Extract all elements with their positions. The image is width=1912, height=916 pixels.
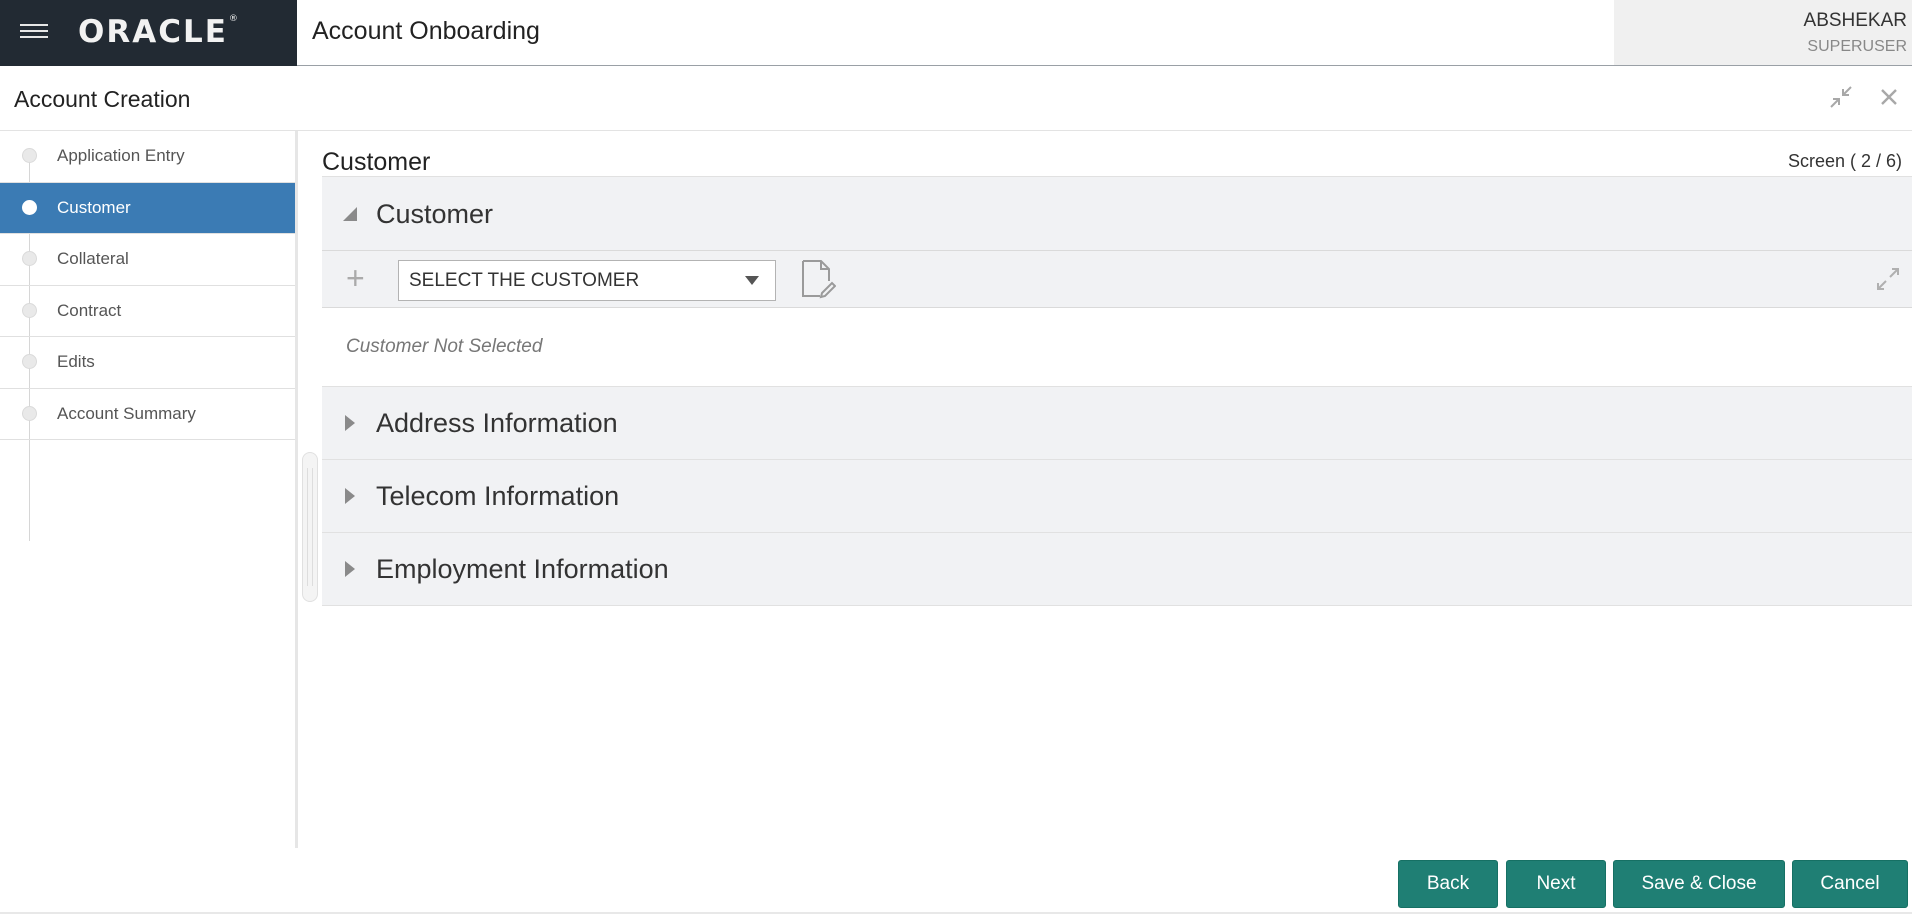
oracle-logo: ORACLE®	[78, 14, 240, 50]
nav-item-label: Collateral	[57, 249, 129, 269]
expand-caret-icon	[330, 560, 370, 578]
customer-toolbar: + SELECT THE CUSTOMER	[322, 250, 1912, 308]
section-title: Address Information	[376, 407, 618, 438]
step-dot-icon	[22, 354, 37, 370]
nav-item-label: Contract	[57, 300, 122, 320]
customer-section-header[interactable]: Customer	[322, 177, 1912, 251]
nav-item-customer[interactable]: Customer	[0, 182, 295, 234]
nav-item-label: Edits	[57, 352, 95, 372]
page-title: Customer	[322, 148, 431, 176]
expand-caret-icon	[330, 487, 370, 505]
section-title: Employment Information	[376, 553, 669, 584]
step-dot-icon	[22, 251, 37, 267]
nav-item-application-entry[interactable]: Application Entry	[0, 131, 295, 183]
address-section-header[interactable]: Address Information	[322, 387, 1912, 459]
collapse-caret-icon	[330, 206, 370, 222]
address-information-section: Address Information	[322, 386, 1912, 460]
nav-item-contract[interactable]: Contract	[0, 286, 295, 337]
top-header: ORACLE® Account Onboarding ABSHEKAR SUPE…	[0, 0, 1912, 66]
nav-item-label: Customer	[57, 197, 131, 217]
customer-select-value: SELECT THE CUSTOMER	[409, 269, 640, 291]
step-dot-icon	[22, 302, 37, 318]
nav-item-collateral[interactable]: Collateral	[0, 234, 295, 286]
step-dot-icon	[22, 199, 37, 215]
nav-item-account-summary[interactable]: Account Summary	[0, 389, 295, 440]
employment-section-header[interactable]: Employment Information	[322, 533, 1912, 605]
step-dot-icon	[22, 148, 37, 164]
nav-item-label: Account Summary	[57, 403, 196, 423]
nav-item-edits[interactable]: Edits	[0, 337, 295, 389]
hamburger-menu-icon[interactable]	[20, 20, 48, 44]
save-close-button[interactable]: Save & Close	[1613, 860, 1785, 908]
workflow-title: Account Creation	[14, 86, 191, 112]
user-name: ABSHEKAR	[1803, 10, 1907, 31]
back-button[interactable]: Back	[1398, 860, 1498, 908]
user-role: SUPERUSER	[1807, 38, 1907, 55]
workflow-header: Account Creation	[0, 66, 1912, 131]
customer-empty-state: Customer Not Selected	[322, 308, 1912, 386]
telecom-information-section: Telecom Information	[322, 459, 1912, 533]
cancel-button[interactable]: Cancel	[1792, 860, 1908, 908]
expand-caret-icon	[330, 414, 370, 432]
customer-section: Customer	[322, 176, 1912, 252]
edit-document-icon[interactable]	[800, 259, 837, 304]
telecom-section-header[interactable]: Telecom Information	[322, 460, 1912, 532]
minimize-icon[interactable]	[1828, 84, 1854, 110]
section-title: Telecom Information	[376, 480, 620, 511]
dropdown-arrow-icon	[745, 276, 759, 285]
brand-area: ORACLE®	[0, 0, 297, 66]
step-navigation: Application Entry Customer Collateral Co…	[0, 131, 298, 848]
expand-icon[interactable]	[1876, 267, 1900, 296]
section-title: Customer	[376, 198, 494, 229]
screen-indicator: Screen ( 2 / 6)	[1787, 151, 1902, 171]
app-title: Account Onboarding	[312, 17, 540, 45]
empty-message: Customer Not Selected	[346, 336, 543, 357]
step-dot-icon	[22, 405, 37, 421]
customer-select[interactable]: SELECT THE CUSTOMER	[398, 260, 776, 301]
nav-item-label: Application Entry	[57, 146, 185, 166]
footer-actions: Back Next Save & Close Cancel	[0, 858, 1912, 916]
employment-information-section: Employment Information	[322, 532, 1912, 606]
panel-splitter[interactable]	[302, 452, 318, 602]
next-button[interactable]: Next	[1506, 860, 1606, 908]
close-icon[interactable]	[1876, 84, 1902, 110]
add-icon[interactable]: +	[346, 262, 365, 294]
user-menu[interactable]: ABSHEKAR SUPERUSER	[1614, 0, 1912, 65]
